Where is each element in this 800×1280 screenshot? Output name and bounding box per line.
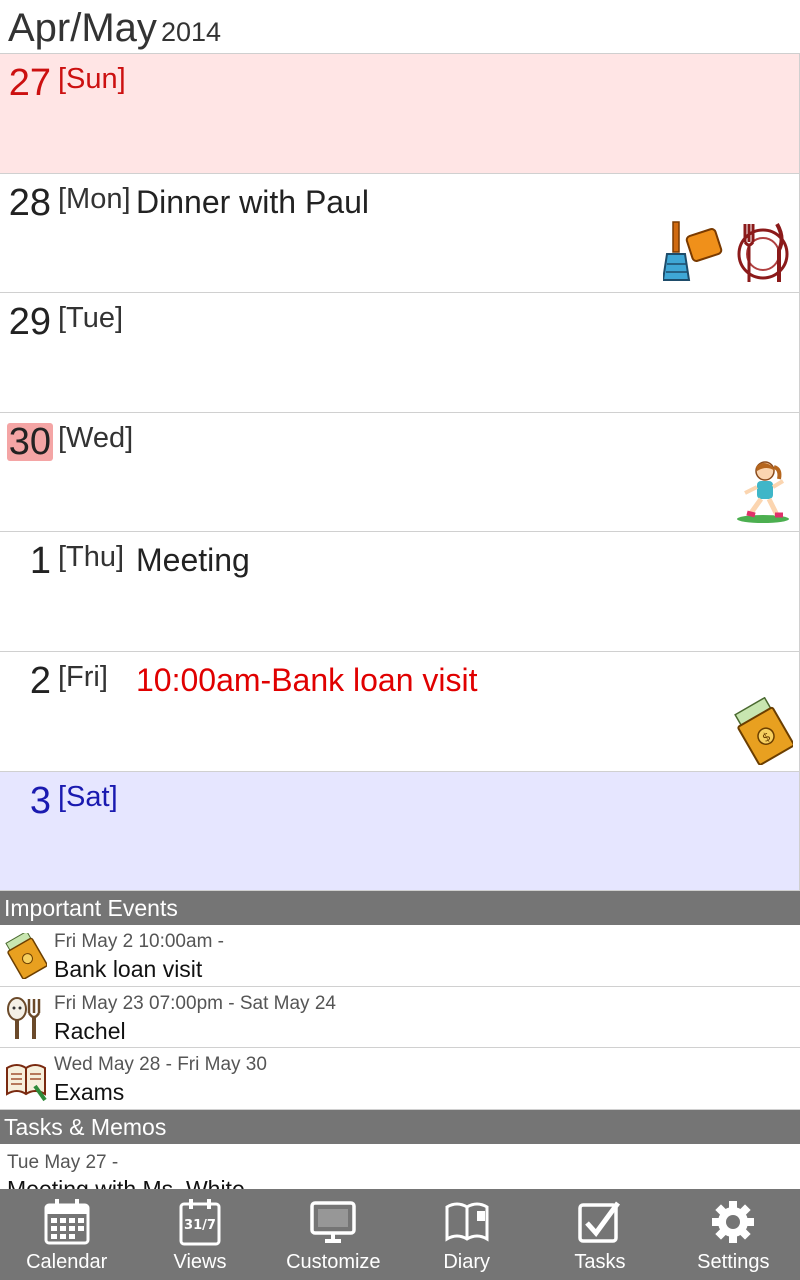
day-event: Meeting (136, 542, 250, 579)
day-of-week: [Mon] (58, 182, 131, 215)
views-calendar-icon: 31/7 (179, 1199, 221, 1246)
nav-label: Views (173, 1251, 227, 1273)
task-title: Meeting with Ms. White (7, 1176, 245, 1189)
event-title: Bank loan visit (54, 956, 203, 982)
list-item[interactable]: Fri May 23 07:00pm - Sat May 24 Rachel (0, 987, 800, 1049)
diary-book-icon (445, 1202, 489, 1242)
svg-text:31/7: 31/7 (184, 1218, 216, 1233)
day-row-1[interactable]: 1 [Thu] Meeting (0, 532, 800, 652)
nav-label: Settings (697, 1251, 770, 1273)
nav-settings[interactable]: Settings (667, 1189, 800, 1280)
important-events-list: Fri May 2 10:00am - Bank loan visit Fri … (0, 925, 800, 1111)
broom-dustpan-icon (663, 221, 723, 282)
day-of-week: [Tue] (58, 302, 124, 335)
list-item[interactable]: Wed May 28 - Fri May 30 Exams (0, 1048, 800, 1111)
event-date: Fri May 2 10:00am - (54, 931, 224, 952)
event-title: Rachel (54, 1017, 126, 1044)
month-title: Apr/May (8, 6, 157, 50)
bottom-nav: Calendar 31/7 Views Customize Diary Task… (0, 1189, 800, 1280)
day-number: 27 (8, 62, 51, 104)
nav-customize[interactable]: Customize (267, 1189, 400, 1280)
day-number: 3 (29, 779, 51, 822)
year-label: 2014 (160, 17, 222, 47)
day-row-2[interactable]: 2 [Fri] 10:00am-Bank loan visit $ (0, 651, 800, 772)
day-of-week: [Sat] (58, 780, 118, 813)
day-row-27[interactable]: 27 [Sun] (0, 54, 800, 174)
calendar-header: Apr/May 2014 (0, 0, 800, 54)
nav-label: Diary (443, 1251, 490, 1273)
week-list: 27 [Sun] 28 [Mon] Dinner with Paul 29 [T… (0, 54, 800, 892)
nav-label: Calendar (26, 1251, 108, 1273)
money-envelope-icon (5, 933, 47, 979)
nav-label: Tasks (574, 1251, 626, 1273)
event-title: Exams (54, 1079, 125, 1106)
day-number: 2 (29, 659, 51, 702)
fork-knife-plate-icon (737, 223, 789, 283)
nav-tasks[interactable]: Tasks (533, 1189, 666, 1280)
nav-diary[interactable]: Diary (400, 1189, 533, 1280)
day-row-30[interactable]: 30 [Wed] (0, 412, 800, 533)
day-of-week: [Sun] (58, 63, 126, 95)
monitor-icon (310, 1201, 357, 1243)
day-number-today: 30 (6, 420, 53, 463)
checkbox-icon (578, 1201, 620, 1243)
day-event: Dinner with Paul (136, 183, 369, 220)
day-number: 28 (8, 181, 51, 224)
day-row-3[interactable]: 3 [Sat] (0, 771, 800, 892)
day-of-week: [Fri] (58, 660, 108, 693)
event-date: Fri May 23 07:00pm - Sat May 24 (54, 992, 336, 1014)
tasks-memos-header: Tasks & Memos (0, 1110, 800, 1144)
gear-icon (712, 1201, 755, 1243)
tasks-list: Tue May 27 - Meeting with Ms. White (0, 1145, 800, 1189)
important-events-header: Important Events (0, 891, 800, 925)
spoon-fork-icon (7, 996, 41, 1039)
day-number: 1 (29, 540, 51, 583)
calendar-icon (44, 1199, 90, 1245)
nav-calendar[interactable]: Calendar (0, 1189, 133, 1280)
money-envelope-icon: $ (734, 696, 793, 765)
nav-views[interactable]: 31/7 Views (133, 1189, 266, 1280)
day-of-week: [Thu] (58, 541, 125, 574)
event-date: Wed May 28 - Fri May 30 (54, 1054, 267, 1076)
running-girl-icon (737, 461, 789, 524)
list-item[interactable]: Fri May 2 10:00am - Bank loan visit (0, 925, 800, 987)
day-row-29[interactable]: 29 [Tue] (0, 293, 800, 413)
day-event-important: 10:00am-Bank loan visit (136, 661, 478, 698)
nav-label: Customize (286, 1251, 381, 1273)
open-book-icon (6, 1064, 47, 1102)
day-of-week: [Wed] (58, 421, 134, 454)
day-number: 29 (8, 301, 51, 344)
task-date: Tue May 27 - (7, 1152, 119, 1173)
day-row-28[interactable]: 28 [Mon] Dinner with Paul (0, 173, 800, 294)
